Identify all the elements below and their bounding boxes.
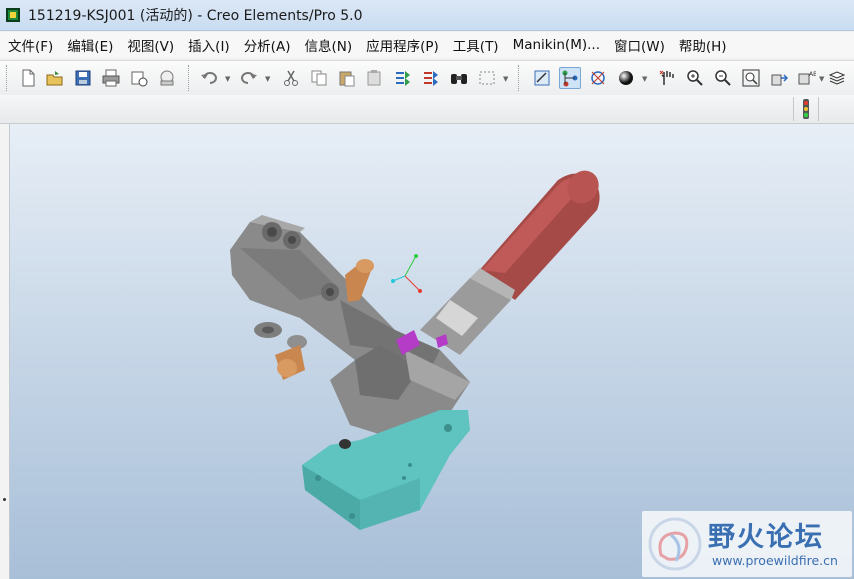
app-logo-icon xyxy=(6,8,20,22)
menu-bar: 文件(F) 编辑(E) 视图(V) 插入(I) 分析(A) 信息(N) 应用程序… xyxy=(0,32,854,58)
toolbar-grip[interactable] xyxy=(6,65,10,91)
redo-dropdown-icon[interactable]: ▼ xyxy=(265,75,270,83)
print-icon[interactable] xyxy=(100,67,122,89)
reorient-icon[interactable] xyxy=(768,67,790,89)
coordinate-system xyxy=(391,254,422,293)
datum-display-icon[interactable] xyxy=(559,67,581,89)
watermark-title: 野火论坛 xyxy=(708,522,824,553)
forum-watermark: 野火论坛 www.proewildfire.cn xyxy=(642,511,852,577)
cut-icon[interactable] xyxy=(280,67,302,89)
menu-view[interactable]: 视图(V) xyxy=(121,35,180,55)
zoom-out-icon[interactable] xyxy=(712,67,734,89)
repaint-icon[interactable] xyxy=(531,67,553,89)
saved-views-icon[interactable]: AB xyxy=(796,67,818,89)
paste-special-icon[interactable] xyxy=(364,67,386,89)
paste-icon[interactable] xyxy=(336,67,358,89)
menu-tools[interactable]: 工具(T) xyxy=(447,35,505,55)
open-file-icon[interactable] xyxy=(44,67,66,89)
forum-logo-icon xyxy=(648,517,702,571)
new-file-icon[interactable] xyxy=(17,67,39,89)
layers-icon[interactable] xyxy=(826,67,848,89)
menu-manikin[interactable]: Manikin(M)... xyxy=(507,37,606,53)
menu-edit[interactable]: 编辑(E) xyxy=(61,35,119,55)
undo-icon[interactable] xyxy=(198,67,220,89)
svg-text:AB: AB xyxy=(809,71,816,78)
menu-applications[interactable]: 应用程序(P) xyxy=(360,35,445,55)
menu-file[interactable]: 文件(F) xyxy=(2,35,59,55)
shading-icon[interactable] xyxy=(615,67,637,89)
zoom-in-icon[interactable] xyxy=(684,67,706,89)
traffic-light-icon[interactable] xyxy=(793,97,819,121)
regenerate-icon[interactable] xyxy=(392,67,414,89)
spin-center-icon[interactable] xyxy=(587,67,609,89)
send-mail-icon[interactable] xyxy=(128,67,150,89)
menu-help[interactable]: 帮助(H) xyxy=(673,35,733,55)
copy-icon[interactable] xyxy=(308,67,330,89)
secondary-toolbar xyxy=(0,95,854,124)
regen-manager-icon[interactable] xyxy=(420,67,442,89)
redo-icon[interactable] xyxy=(238,67,260,89)
menu-window[interactable]: 窗口(W) xyxy=(608,35,671,55)
menu-analysis[interactable]: 分析(A) xyxy=(238,35,297,55)
title-bar: 151219-KSJ001 (活动的) - Creo Elements/Pro … xyxy=(0,0,854,31)
refit-icon[interactable] xyxy=(740,67,762,89)
handle-shaft xyxy=(420,268,515,355)
splitter-handle-icon[interactable] xyxy=(3,498,6,501)
orient-mode-icon[interactable] xyxy=(656,67,678,89)
find-icon[interactable] xyxy=(448,67,470,89)
window-title: 151219-KSJ001 (活动的) - Creo Elements/Pro … xyxy=(28,8,363,24)
shading-dropdown-icon[interactable]: ▼ xyxy=(642,75,647,83)
select-box-icon[interactable] xyxy=(476,67,498,89)
views-dropdown-icon[interactable]: ▼ xyxy=(819,75,824,83)
menu-info[interactable]: 信息(N) xyxy=(298,35,358,55)
select-dropdown-icon[interactable]: ▼ xyxy=(503,75,508,83)
undo-dropdown-icon[interactable]: ▼ xyxy=(225,75,230,83)
toolbar-grip[interactable] xyxy=(518,65,522,91)
save-copy-icon[interactable] xyxy=(156,67,178,89)
watermark-url: www.proewildfire.cn xyxy=(712,553,838,568)
left-splitter[interactable] xyxy=(0,124,10,579)
toolbar-grip[interactable] xyxy=(188,65,192,91)
save-icon[interactable] xyxy=(72,67,94,89)
main-toolbar: ▼ ▼ ▼ ▼ AB ▼ xyxy=(0,60,854,96)
menu-insert[interactable]: 插入(I) xyxy=(182,35,236,55)
